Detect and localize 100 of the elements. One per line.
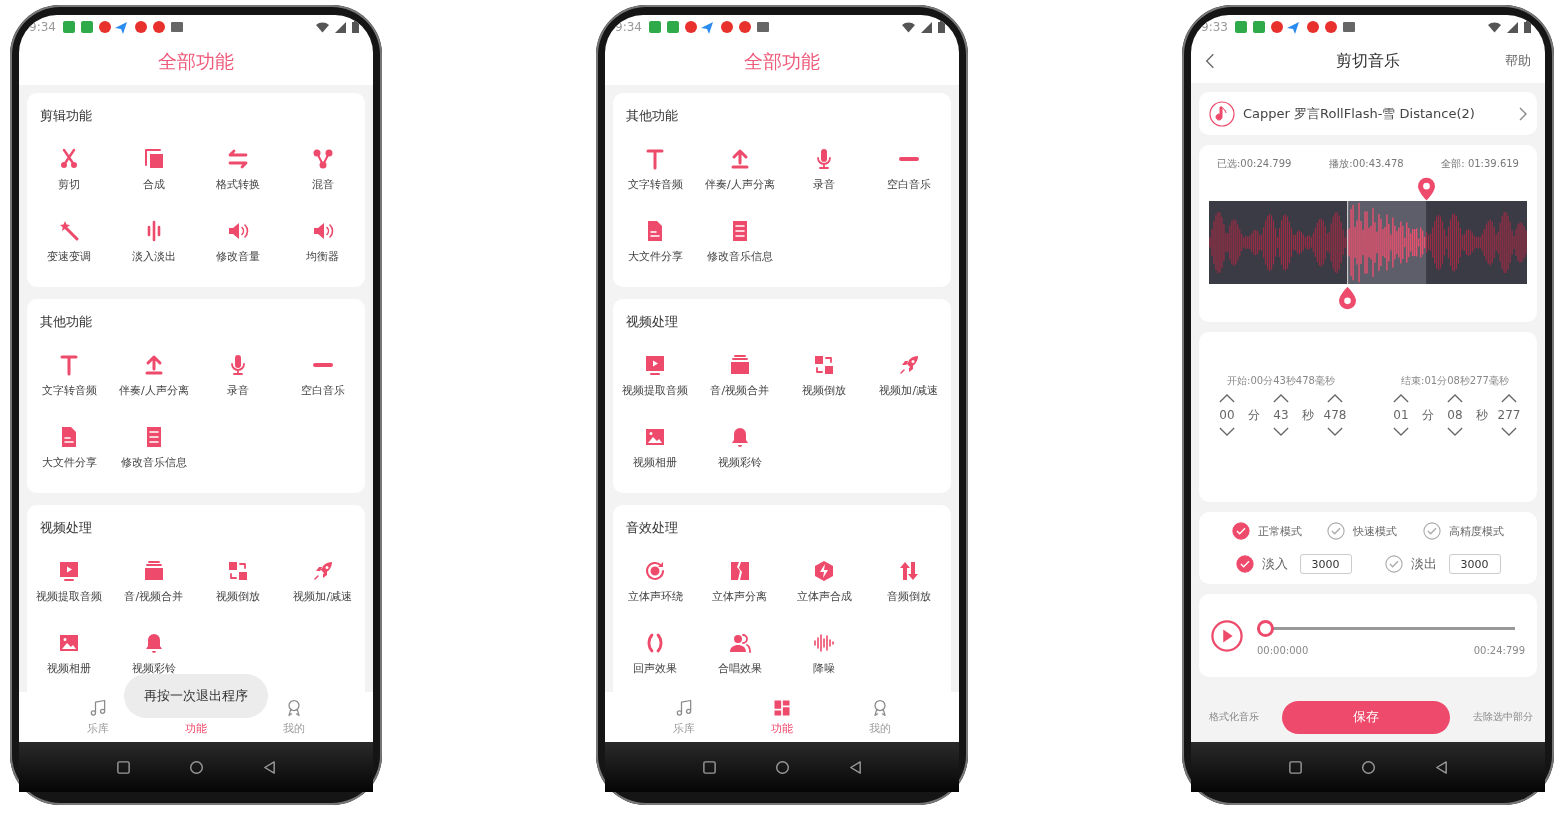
section-title: 剪辑功能 <box>39 107 93 125</box>
slider-thumb[interactable] <box>1257 619 1274 637</box>
feature-button[interactable]: 文字转音频 <box>613 139 698 211</box>
feature-button[interactable]: 视频倒放 <box>782 345 867 417</box>
check-circle-icon <box>1235 555 1254 573</box>
battery-icon <box>352 21 359 33</box>
music-note-icon <box>1209 100 1235 127</box>
battery-icon <box>938 21 945 33</box>
chevron-down-icon[interactable] <box>1219 427 1235 436</box>
feature-button[interactable]: 视频提取音频 <box>27 551 112 623</box>
feature-button[interactable]: 音/视频合并 <box>111 551 196 623</box>
feature-button[interactable]: 录音 <box>196 345 281 417</box>
mode-radio[interactable]: 正常模式 <box>1231 522 1302 540</box>
home-icon[interactable] <box>774 759 790 775</box>
chevron-down-icon[interactable] <box>1447 427 1463 436</box>
feature-button[interactable]: 视频加/减速 <box>280 551 365 623</box>
exit-toast: 再按一次退出程序 <box>124 674 268 718</box>
back-icon[interactable] <box>1433 759 1449 775</box>
fade-duration-field[interactable]: 3000 <box>1299 554 1352 574</box>
feature-button[interactable]: 均衡器 <box>280 211 365 283</box>
feature-button[interactable]: 视频提取音频 <box>613 345 698 417</box>
mode-radio[interactable]: 快速模式 <box>1327 522 1398 540</box>
chevron-down-icon[interactable] <box>1501 427 1517 436</box>
feature-button[interactable]: 视频彩铃 <box>697 417 782 489</box>
back-icon[interactable] <box>1205 52 1215 70</box>
feature-button[interactable]: 音/视频合并 <box>697 345 782 417</box>
sound-wave-icon <box>812 631 837 655</box>
recents-icon[interactable] <box>701 759 717 775</box>
people-icon <box>727 631 752 655</box>
back-icon[interactable] <box>847 759 863 775</box>
feature-button[interactable]: 音频倒放 <box>866 551 951 623</box>
help-button[interactable]: 帮助 <box>1505 52 1531 70</box>
feature-button[interactable]: 空白音乐 <box>866 139 951 211</box>
feature-button[interactable]: 剪切 <box>27 139 112 211</box>
battery-icon <box>1524 21 1531 33</box>
marker-pin-icon[interactable] <box>1339 286 1357 310</box>
feature-button[interactable]: 立体声环绕 <box>613 551 698 623</box>
feature-button[interactable]: 格式转换 <box>196 139 281 211</box>
chevron-up-icon[interactable] <box>1447 394 1463 403</box>
feature-button[interactable]: 视频加/减速 <box>866 345 951 417</box>
feature-button[interactable]: 合成 <box>111 139 196 211</box>
feature-button[interactable]: 合唱效果 <box>697 623 782 692</box>
home-icon[interactable] <box>188 759 204 775</box>
check-circle-icon <box>1423 522 1442 540</box>
time-unit: 秒 <box>1302 406 1314 424</box>
chevron-right-icon <box>1519 106 1527 121</box>
feature-button[interactable]: 立体声合成 <box>782 551 867 623</box>
fade-checkbox[interactable]: 淡入 <box>1235 555 1288 573</box>
feature-button[interactable]: 录音 <box>782 139 867 211</box>
feature-button[interactable]: 视频相册 <box>613 417 698 489</box>
back-icon[interactable] <box>261 759 277 775</box>
chevron-up-icon[interactable] <box>1393 394 1409 403</box>
save-button[interactable]: 保存 <box>1282 700 1450 734</box>
section-title: 视频处理 <box>625 313 679 331</box>
fade-duration-field[interactable]: 3000 <box>1448 554 1501 574</box>
home-icon[interactable] <box>1360 759 1376 775</box>
minus-icon <box>898 157 919 161</box>
feature-button[interactable]: 淡入淡出 <box>111 211 196 283</box>
chevron-up-icon[interactable] <box>1273 394 1289 403</box>
song-card[interactable]: Capper 罗言RollFlash-雪 Distance(2) <box>1199 92 1537 135</box>
section-title: 其他功能 <box>39 313 93 331</box>
feature-button[interactable]: 空白音乐 <box>280 345 365 417</box>
tab[interactable]: 功能 <box>752 692 812 742</box>
fade-checkbox[interactable]: 淡出 <box>1384 555 1437 573</box>
feature-button[interactable]: 文字转音频 <box>27 345 112 417</box>
feature-button[interactable]: 降噪 <box>782 623 867 692</box>
recents-icon[interactable] <box>1287 759 1303 775</box>
feature-button[interactable]: 立体声分离 <box>697 551 782 623</box>
feature-button[interactable]: 伴奏/人声分离 <box>111 345 196 417</box>
chevron-down-icon[interactable] <box>1273 427 1289 436</box>
feature-button[interactable]: 伴奏/人声分离 <box>697 139 782 211</box>
chevron-up-icon[interactable] <box>1501 394 1517 403</box>
section-title: 视频处理 <box>39 519 93 537</box>
check-circle-icon <box>1327 522 1346 540</box>
feature-button[interactable]: 混音 <box>280 139 365 211</box>
mode-radio[interactable]: 高精度模式 <box>1423 522 1505 540</box>
time-unit: 秒 <box>1476 406 1488 424</box>
feature-button[interactable]: 变速变调 <box>27 211 112 283</box>
feature-button[interactable]: 回声效果 <box>613 623 698 692</box>
feature-button[interactable]: 大文件分享 <box>613 211 698 283</box>
recents-icon[interactable] <box>115 759 131 775</box>
time-stat: 已选:00:24.799 <box>1217 157 1292 171</box>
time-value: 277 <box>1497 408 1521 422</box>
feature-button[interactable]: 视频倒放 <box>196 551 281 623</box>
page-title: 剪切音乐 <box>1336 50 1400 72</box>
signal-icon <box>920 21 933 33</box>
feature-button[interactable]: 大文件分享 <box>27 417 112 489</box>
play-button[interactable] <box>1211 619 1243 652</box>
marker-pin-icon[interactable] <box>1418 177 1435 201</box>
song-title: Capper 罗言RollFlash-雪 Distance(2) <box>1243 104 1475 123</box>
chevron-up-icon[interactable] <box>1327 394 1343 403</box>
chevron-down-icon[interactable] <box>1393 427 1409 436</box>
feature-button[interactable]: 修改音量 <box>196 211 281 283</box>
chevron-up-icon[interactable] <box>1219 394 1235 403</box>
chevron-down-icon[interactable] <box>1327 427 1343 436</box>
time-value: 00 <box>1219 408 1235 422</box>
feature-button[interactable]: 修改音乐信息 <box>697 211 782 283</box>
total-time: 00:24:799 <box>1473 644 1525 656</box>
picker-label: 结束:01分08秒277毫秒 <box>1401 374 1509 388</box>
feature-button[interactable]: 修改音乐信息 <box>111 417 196 489</box>
